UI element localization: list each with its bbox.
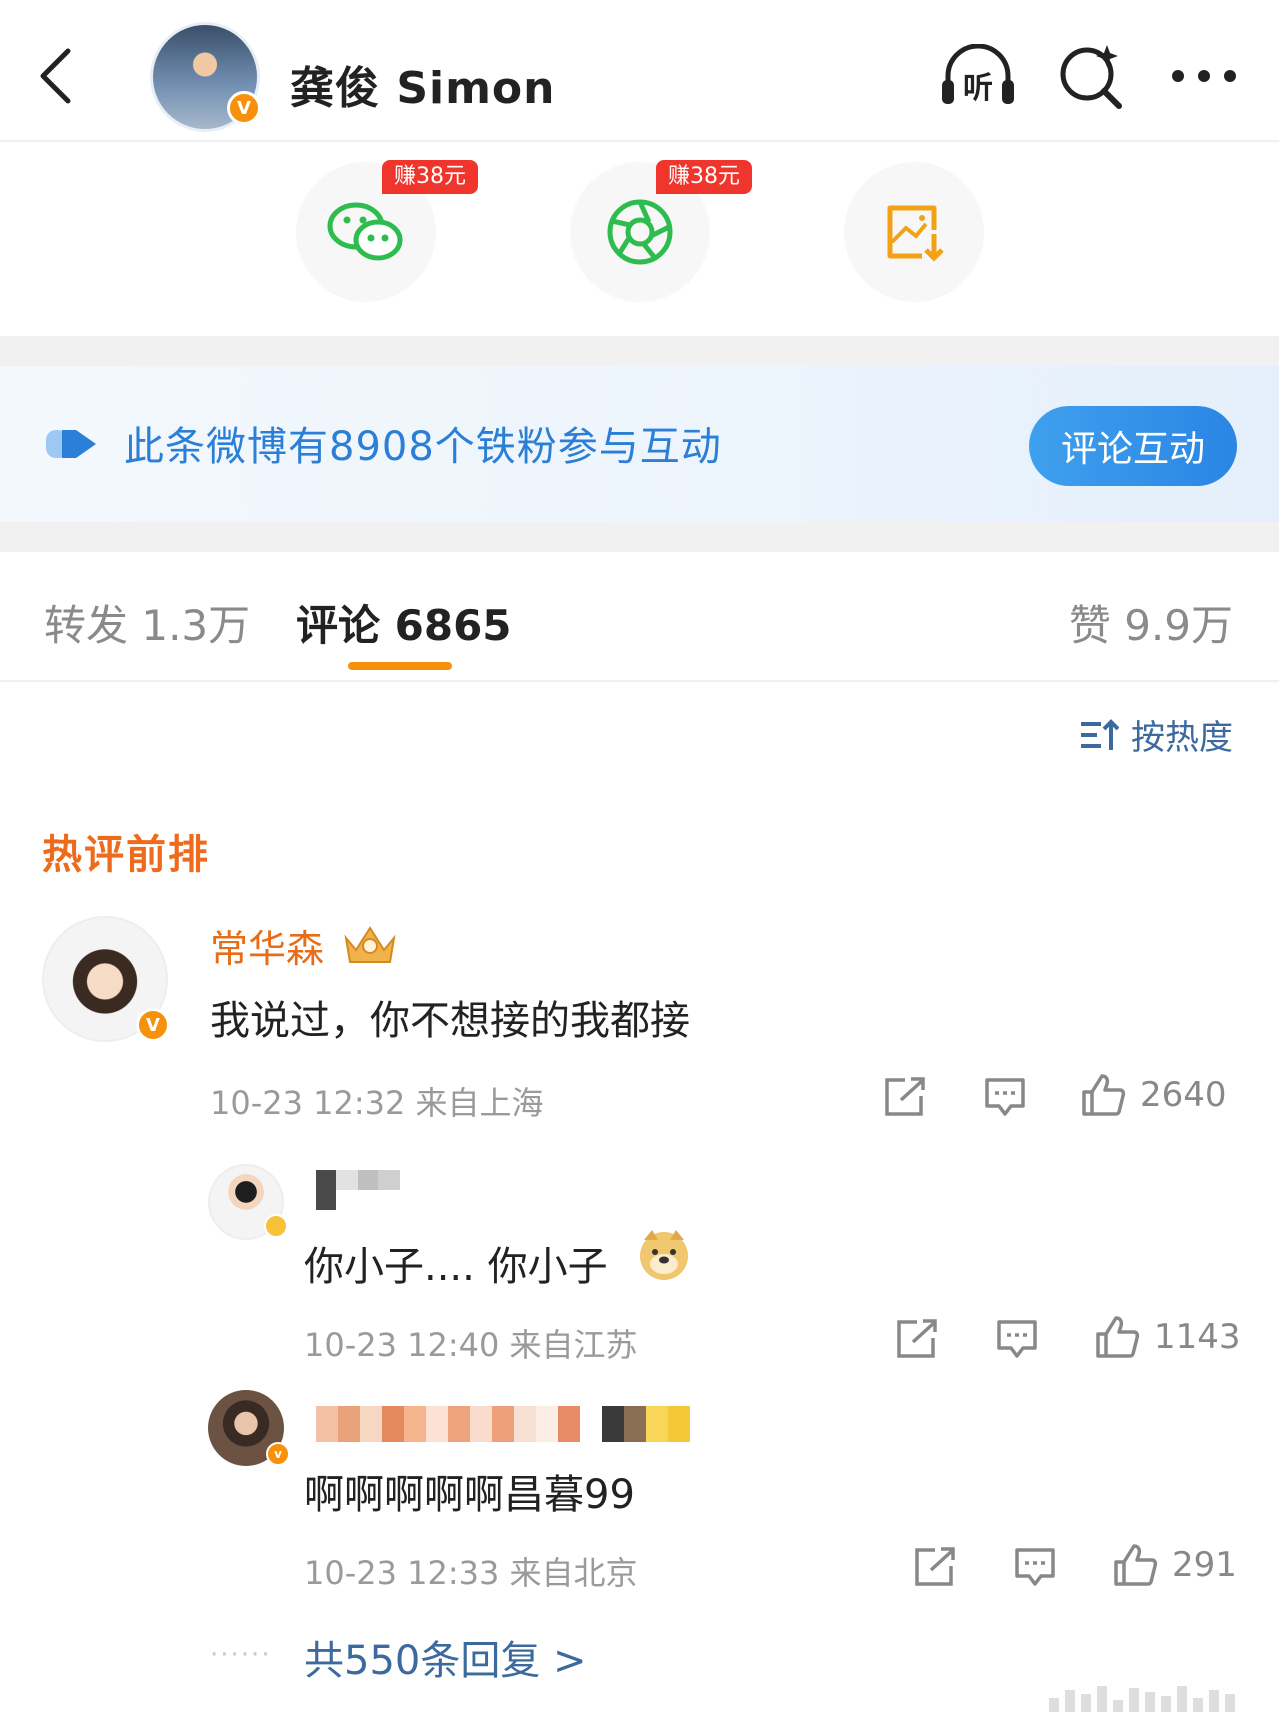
iron-fans-banner[interactable]: 此条微博有8908个铁粉参与互动 评论互动 — [0, 366, 1279, 522]
headphones-icon: 听 — [942, 44, 1014, 106]
reply-text: 你小子.... 你小子 — [304, 1244, 608, 1290]
sort-by-hot[interactable]: 按热度 — [1079, 710, 1233, 759]
thumbs-up-icon — [1096, 1316, 1140, 1358]
sort-label: 按热度 — [1131, 718, 1233, 758]
crown-badge-icon — [344, 926, 396, 963]
replier-avatar[interactable]: v — [208, 1390, 290, 1466]
like-button[interactable]: 291 — [1112, 1542, 1237, 1588]
save-image-button[interactable] — [844, 162, 984, 302]
reply-button[interactable] — [1012, 1544, 1058, 1590]
verified-badge: V — [227, 91, 261, 125]
commenter-avatar[interactable]: V — [42, 916, 170, 1042]
author-name[interactable]: 龚俊 Simon — [290, 52, 556, 116]
comment-bubble-icon — [985, 1078, 1025, 1116]
banner-text: 此条微博有8908个铁粉参与互动 — [124, 424, 722, 470]
verified-badge: V — [136, 1008, 170, 1042]
comment-text: 我说过，你不想接的我都接 — [210, 998, 690, 1044]
post-tabs: 转发 1.3万 评论 6865 赞 9.9万 — [0, 552, 1279, 682]
tab-repost[interactable]: 转发 1.3万 — [44, 592, 250, 653]
more-button[interactable] — [1162, 40, 1246, 112]
play-pill-icon — [46, 430, 96, 458]
earn-tag: 赚38元 — [656, 160, 752, 194]
share-edit-icon — [915, 1547, 955, 1586]
reply-button[interactable] — [994, 1316, 1040, 1362]
reply-button[interactable] — [982, 1074, 1028, 1120]
like-button[interactable]: 2640 — [1080, 1072, 1227, 1118]
thread-line: ······ — [210, 1640, 272, 1670]
comment-meta: 10-23 12:32 来自上海 — [210, 1084, 544, 1122]
view-all-replies-link[interactable]: 共550条回复 > — [304, 1628, 587, 1686]
thumbs-up-icon — [1114, 1544, 1158, 1586]
comment-bubble-icon — [1015, 1548, 1055, 1586]
section-divider — [0, 522, 1279, 552]
back-button[interactable] — [30, 44, 80, 108]
comment-interact-button[interactable]: 评论互动 — [1029, 406, 1237, 486]
like-button[interactable]: 1143 — [1094, 1314, 1241, 1360]
like-count: 2640 — [1140, 1075, 1227, 1115]
sort-icon — [1081, 718, 1119, 750]
comment-bubble-icon — [997, 1320, 1037, 1358]
share-row: 赚38元 赚38元 — [0, 144, 1279, 336]
repost-reply-button[interactable] — [912, 1544, 958, 1590]
chevron-left-icon — [40, 48, 71, 104]
commenter-name[interactable]: 常华森 — [210, 918, 324, 973]
hot-comments-title: 热评前排 — [42, 832, 210, 878]
repost-reply-button[interactable] — [894, 1316, 940, 1362]
section-divider — [0, 336, 1279, 366]
tab-like[interactable]: 赞 9.9万 — [1069, 592, 1233, 653]
repost-comment-button[interactable] — [882, 1074, 928, 1120]
listen-button[interactable]: 听 — [936, 40, 1020, 112]
share-edit-icon — [885, 1077, 925, 1116]
replier-avatar[interactable] — [208, 1164, 288, 1240]
reply-meta: 10-23 12:40 来自江苏 — [304, 1326, 638, 1364]
tab-comment[interactable]: 评论 6865 — [296, 592, 512, 653]
earn-tag: 赚38元 — [382, 160, 478, 194]
active-tab-indicator — [348, 662, 452, 670]
moments-aperture-icon — [607, 199, 673, 265]
doge-emoji-icon — [640, 1230, 688, 1280]
thumbs-up-icon — [1082, 1074, 1126, 1116]
more-dots-icon — [1172, 70, 1236, 82]
like-count: 1143 — [1154, 1317, 1241, 1357]
reply-meta: 10-23 12:33 来自北京 — [304, 1554, 638, 1592]
member-badge — [264, 1214, 288, 1238]
verified-badge: v — [266, 1442, 290, 1466]
watermark — [1049, 1682, 1269, 1712]
share-edit-icon — [897, 1319, 937, 1358]
search-sparkle-icon — [1060, 45, 1122, 109]
blurred-username — [316, 1406, 690, 1442]
image-download-icon — [887, 205, 944, 262]
blurred-username — [316, 1170, 400, 1210]
top-bar: V 龚俊 Simon 听 — [0, 0, 1279, 142]
wechat-icon — [327, 202, 403, 261]
reply-text: 啊啊啊啊啊昌暮99 — [304, 1472, 635, 1518]
search-button[interactable] — [1050, 40, 1134, 112]
listen-label: 听 — [963, 71, 993, 106]
like-count: 291 — [1172, 1545, 1237, 1585]
author-avatar[interactable]: V — [150, 22, 261, 132]
